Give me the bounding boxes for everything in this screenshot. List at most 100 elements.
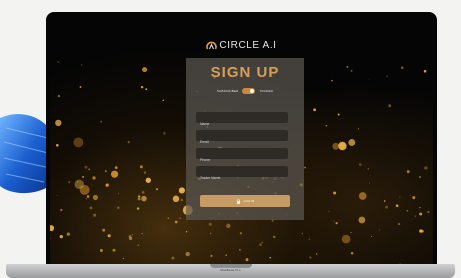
bokeh-particle xyxy=(414,215,416,217)
bokeh-particle xyxy=(141,195,147,202)
bokeh-particle xyxy=(309,256,312,259)
bokeh-particle xyxy=(335,222,338,225)
bokeh-particle xyxy=(145,177,151,183)
bokeh-particle xyxy=(185,251,190,257)
bokeh-particle xyxy=(269,256,272,259)
bokeh-particle xyxy=(167,217,169,219)
trader-name-field xyxy=(196,166,288,184)
bokeh-particle xyxy=(180,198,183,202)
bokeh-particle xyxy=(419,176,421,178)
app-screen: CIRCLE A.I SIGN UP SUBSCRIBER TRADER Nam… xyxy=(50,16,433,266)
bokeh-particle xyxy=(371,235,373,237)
bokeh-particle xyxy=(104,170,107,173)
bokeh-particle xyxy=(162,99,165,102)
bokeh-particle xyxy=(128,234,132,238)
bokeh-particle xyxy=(92,176,96,180)
bokeh-particle xyxy=(331,79,333,82)
bokeh-particle xyxy=(174,220,178,224)
bokeh-particle xyxy=(210,254,213,257)
bokeh-particle xyxy=(138,195,141,198)
bokeh-particle xyxy=(179,217,181,220)
bokeh-particle xyxy=(74,179,84,189)
bokeh-particle xyxy=(139,165,143,169)
bokeh-particle xyxy=(107,234,111,238)
bokeh-particle xyxy=(427,210,430,214)
login-button-label: LOGIN xyxy=(243,199,255,203)
toggle-right-label: TRADER xyxy=(259,89,274,93)
bokeh-particle xyxy=(127,141,130,144)
email-input[interactable] xyxy=(196,136,288,148)
name-input[interactable] xyxy=(196,118,288,130)
bokeh-particle xyxy=(337,113,340,116)
account-type-toggle[interactable] xyxy=(242,88,256,94)
bokeh-particle xyxy=(239,232,243,235)
bokeh-particle xyxy=(424,166,428,170)
bokeh-particle xyxy=(73,137,84,148)
bokeh-particle xyxy=(400,66,404,70)
bokeh-particle xyxy=(358,216,366,224)
bokeh-particle xyxy=(332,142,340,150)
bokeh-particle xyxy=(137,244,139,246)
bokeh-particle xyxy=(114,166,118,169)
bokeh-particle xyxy=(140,85,144,89)
bokeh-particle xyxy=(117,206,120,209)
toggle-left-label: SUBSCRIBER xyxy=(216,89,239,93)
bokeh-particle xyxy=(406,170,410,174)
bokeh-particle xyxy=(358,192,367,200)
phone-field xyxy=(196,148,288,166)
bokeh-particle xyxy=(368,78,370,80)
bokeh-particle xyxy=(399,196,401,198)
bokeh-particle xyxy=(259,243,262,246)
bokeh-particle xyxy=(110,170,119,178)
bokeh-particle xyxy=(379,229,380,231)
lock-icon xyxy=(236,198,240,204)
bokeh-particle xyxy=(100,120,103,123)
bokeh-particle xyxy=(142,67,148,73)
bokeh-particle xyxy=(350,231,352,233)
bokeh-particle xyxy=(333,220,335,222)
bokeh-particle xyxy=(85,198,87,200)
bokeh-particle xyxy=(171,256,175,260)
bokeh-particle xyxy=(163,132,166,135)
phone-input[interactable] xyxy=(196,154,288,166)
bokeh-particle xyxy=(68,181,71,184)
bokeh-particle xyxy=(225,254,228,256)
bokeh-particle xyxy=(385,205,389,209)
bokeh-particle xyxy=(88,168,91,171)
laptop-model-label: MacBook Pro xyxy=(220,268,241,272)
bokeh-particle xyxy=(304,166,306,169)
laptop-base: MacBook Pro xyxy=(6,264,455,278)
bokeh-particle xyxy=(105,183,109,187)
bokeh-particle xyxy=(172,195,180,203)
laptop-screen-bezel: CIRCLE A.I SIGN UP SUBSCRIBER TRADER Nam… xyxy=(46,12,437,266)
bokeh-particle xyxy=(341,234,351,244)
brand-logo-text: CIRCLE A.I xyxy=(219,40,277,51)
bokeh-particle xyxy=(308,238,310,240)
bokeh-particle xyxy=(333,191,337,195)
email-field xyxy=(196,130,288,148)
login-button[interactable]: LOGIN xyxy=(200,195,290,207)
bokeh-particle xyxy=(122,258,124,260)
bokeh-particle xyxy=(406,210,409,212)
bokeh-particle xyxy=(82,175,85,178)
bokeh-particle xyxy=(155,188,158,191)
trader-name-input[interactable] xyxy=(196,172,288,184)
bokeh-particle xyxy=(419,229,423,233)
bokeh-particle xyxy=(131,233,134,236)
bokeh-particle xyxy=(93,213,97,217)
bokeh-particle xyxy=(386,75,388,77)
bokeh-particle xyxy=(66,232,70,236)
bokeh-particle xyxy=(112,248,116,252)
bokeh-particle xyxy=(398,223,401,226)
bokeh-particle xyxy=(56,194,58,196)
bokeh-particle xyxy=(56,144,59,147)
bokeh-particle xyxy=(346,66,349,68)
bokeh-particle xyxy=(229,260,231,262)
bokeh-particle xyxy=(60,208,63,212)
bokeh-particle xyxy=(182,190,185,193)
bokeh-particle xyxy=(338,141,347,151)
bokeh-particle xyxy=(226,223,231,228)
bokeh-particle xyxy=(273,235,276,239)
bokeh-particle xyxy=(118,192,120,194)
bokeh-particle xyxy=(143,171,147,174)
